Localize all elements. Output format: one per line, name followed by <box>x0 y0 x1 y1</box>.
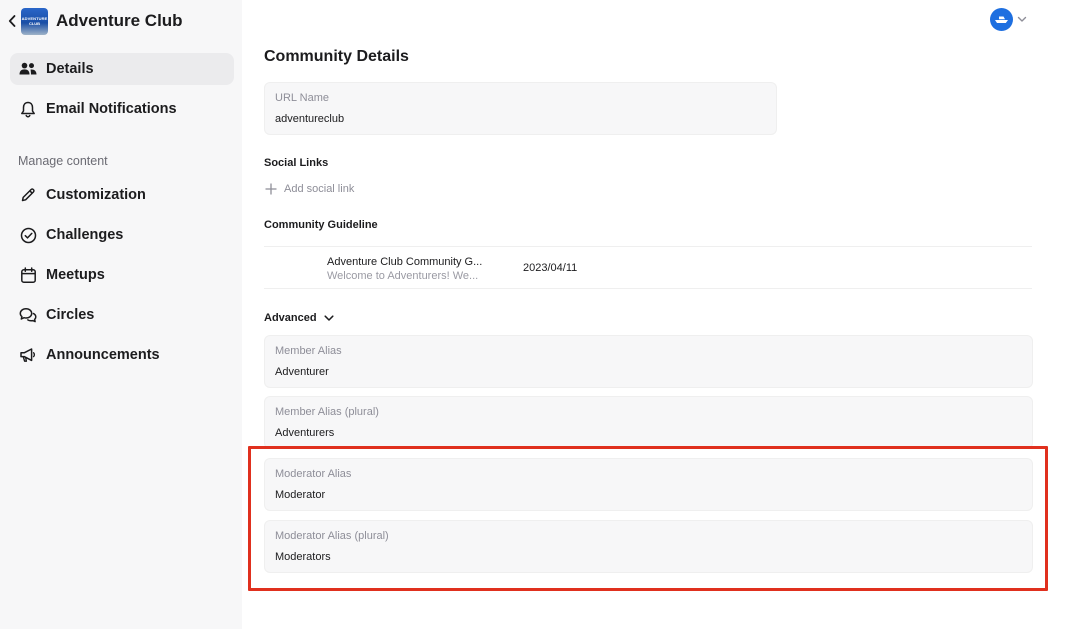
sidebar-item-customization[interactable]: Customization <box>10 179 234 211</box>
chat-bubbles-icon <box>18 305 38 325</box>
moderator-alias-value[interactable]: Moderator <box>275 489 325 501</box>
sidebar-item-label: Meetups <box>46 267 105 283</box>
page-title: Community Details <box>264 48 409 65</box>
chevron-down-icon <box>324 313 334 323</box>
advanced-label: Advanced <box>264 312 317 324</box>
guideline-date: 2023/04/11 <box>523 262 578 274</box>
add-social-link-label: Add social link <box>284 182 355 195</box>
sidebar-item-label: Customization <box>46 187 146 203</box>
check-circle-icon <box>18 225 38 245</box>
moderator-alias-plural-value[interactable]: Moderators <box>275 551 331 563</box>
sidebar-item-circles[interactable]: Circles <box>10 299 234 331</box>
sidebar-item-challenges[interactable]: Challenges <box>10 219 234 251</box>
moderator-alias-label: Moderator Alias <box>275 468 352 480</box>
guideline-title: Adventure Club Community G... <box>327 256 483 268</box>
moderator-alias-plural-field[interactable]: Moderator Alias (plural) Moderators <box>264 520 1033 573</box>
guideline-row[interactable]: Adventure Club Community G... Welcome to… <box>264 246 1032 289</box>
user-avatar[interactable] <box>990 8 1013 31</box>
guideline-preview: Welcome to Adventurers! We... <box>327 270 479 282</box>
community-name: Adventure Club <box>56 11 183 30</box>
section-label-manage-content: Manage content <box>18 154 108 168</box>
sidebar-item-label: Details <box>46 61 94 77</box>
url-name-field[interactable]: URL Name adventureclub <box>264 82 777 135</box>
member-alias-field[interactable]: Member Alias Adventurer <box>264 335 1033 388</box>
back-chevron-icon[interactable] <box>6 12 18 30</box>
member-alias-plural-field[interactable]: Member Alias (plural) Adventurers <box>264 396 1033 449</box>
member-alias-plural-label: Member Alias (plural) <box>275 406 379 418</box>
url-name-value[interactable]: adventureclub <box>275 113 344 125</box>
pencil-icon <box>18 185 38 205</box>
moderator-alias-field[interactable]: Moderator Alias Moderator <box>264 458 1033 511</box>
moderator-alias-plural-label: Moderator Alias (plural) <box>275 530 389 542</box>
sidebar-item-email-notifications[interactable]: Email Notifications <box>10 93 234 125</box>
member-alias-value[interactable]: Adventurer <box>275 366 329 378</box>
sidebar-item-announcements[interactable]: Announcements <box>10 339 234 371</box>
sidebar-item-label: Circles <box>46 307 95 323</box>
users-icon <box>18 59 38 79</box>
url-name-label: URL Name <box>275 92 329 104</box>
chevron-down-icon[interactable] <box>1017 15 1027 25</box>
account-menu[interactable] <box>990 8 1027 31</box>
logo-text-bottom: CLUB <box>28 21 41 26</box>
sidebar-item-meetups[interactable]: Meetups <box>10 259 234 291</box>
megaphone-icon <box>18 345 38 365</box>
plus-icon <box>264 182 277 195</box>
boat-icon <box>994 15 1009 24</box>
member-alias-plural-value[interactable]: Adventurers <box>275 427 334 439</box>
advanced-toggle[interactable]: Advanced <box>264 312 334 324</box>
sidebar: ADVENTURE CLUB Adventure Club Details Em… <box>0 0 242 629</box>
sidebar-item-label: Announcements <box>46 347 160 363</box>
sidebar-item-label: Email Notifications <box>46 101 177 117</box>
community-logo: ADVENTURE CLUB <box>21 7 48 35</box>
sidebar-item-label: Challenges <box>46 227 124 243</box>
community-guideline-heading: Community Guideline <box>264 219 378 231</box>
social-links-heading: Social Links <box>264 157 329 169</box>
add-social-link-button[interactable]: Add social link <box>264 182 354 195</box>
bell-icon <box>18 99 38 119</box>
sidebar-item-details[interactable]: Details <box>10 53 234 85</box>
calendar-icon <box>18 265 38 285</box>
community-header: ADVENTURE CLUB Adventure Club <box>6 6 183 36</box>
member-alias-label: Member Alias <box>275 345 342 357</box>
